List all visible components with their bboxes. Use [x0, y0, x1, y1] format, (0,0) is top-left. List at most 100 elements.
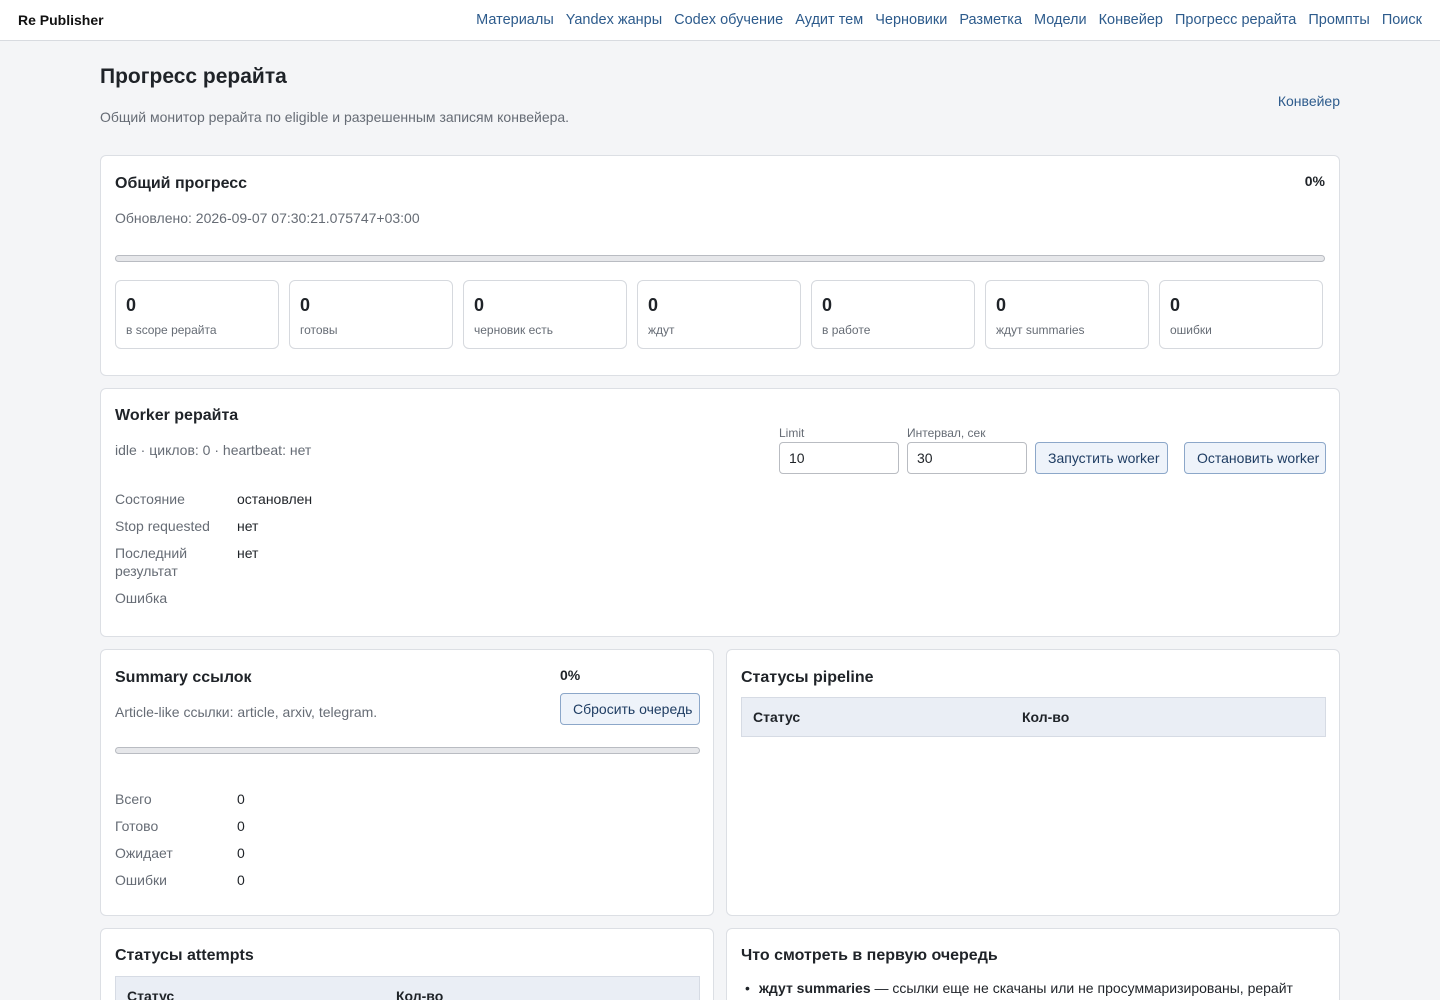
nav-pipeline[interactable]: Конвейер — [1099, 12, 1163, 28]
limit-label: Limit — [779, 426, 805, 440]
nav-codex-training[interactable]: Codex обучение — [674, 12, 783, 28]
detail-key: Готово — [115, 818, 159, 834]
nav-models[interactable]: Модели — [1034, 12, 1087, 28]
summary-detail-row: Ожидает 0 — [115, 844, 245, 862]
brand-logo[interactable]: Re Publisher — [18, 12, 104, 28]
updated-timestamp: Обновлено: 2026-09-07 07:30:21.075747+03… — [115, 210, 420, 226]
nav-markup[interactable]: Разметка — [959, 12, 1022, 28]
stat-waiting-summaries: 0 ждут summaries — [985, 280, 1149, 349]
stat-value: 0 — [126, 295, 137, 315]
pipeline-link[interactable]: Конвейер — [1278, 93, 1340, 109]
stat-ready: 0 готовы — [289, 280, 453, 349]
pipeline-title: Статусы pipeline — [741, 669, 874, 686]
stat-errors: 0 ошибки — [1159, 280, 1323, 349]
summary-percent: 0% — [560, 667, 581, 683]
nav-drafts[interactable]: Черновики — [875, 12, 947, 28]
worker-detail-row: Ошибка — [115, 589, 312, 607]
tip-text: — ссылки еще не скачаны или не просуммар… — [870, 980, 1293, 996]
stat-in-progress: 0 в работе — [811, 280, 975, 349]
main-nav: Материалы Yandex жанры Codex обучение Ау… — [476, 12, 1422, 28]
overall-progress-percent: 0% — [1304, 173, 1325, 189]
stat-value: 0 — [996, 295, 1007, 315]
stat-label: ждут summaries — [996, 323, 1085, 337]
stat-draft-exists: 0 черновик есть — [463, 280, 627, 349]
interval-label: Интервал, сек — [907, 426, 986, 440]
overall-progress-title: Общий прогресс — [115, 175, 248, 192]
summary-details: Всего 0 Готово 0 Ожидает 0 Ошибки 0 — [115, 790, 245, 898]
pipeline-status-card: Статусы pipeline Статус Кол-во — [726, 649, 1340, 916]
detail-key: Состояние — [115, 491, 185, 507]
start-worker-button[interactable]: Запустить worker — [1035, 442, 1168, 474]
page-subtitle: Общий монитор рерайта по eligible и разр… — [100, 109, 570, 125]
summary-detail-row: Ошибки 0 — [115, 871, 245, 889]
detail-key: Ошибка — [115, 590, 168, 606]
detail-value: 0 — [237, 818, 245, 834]
column-header-status[interactable]: Статус — [116, 988, 396, 1000]
detail-value: 0 — [237, 872, 245, 888]
worker-title: Worker рерайта — [115, 407, 239, 424]
worker-detail-row: Stop requested нет — [115, 517, 312, 535]
detail-key: Ожидает — [115, 845, 173, 861]
overall-progress-bar — [115, 255, 1325, 262]
worker-card: Worker рерайта idle · циклов: 0 · heartb… — [100, 388, 1340, 637]
tip-item: ждут summaries — ссылки еще не скачаны и… — [743, 979, 1303, 997]
stat-label: ждут — [648, 323, 675, 337]
attempts-table-header: Статус Кол-во — [115, 976, 700, 1000]
interval-input[interactable] — [907, 442, 1027, 474]
summary-title: Summary ссылок — [115, 669, 252, 686]
detail-value: 0 — [237, 791, 245, 807]
detail-value: нет — [237, 518, 259, 534]
stop-worker-button[interactable]: Остановить worker — [1184, 442, 1326, 474]
stat-label: в работе — [822, 323, 871, 337]
detail-key: Последний результат — [115, 545, 188, 579]
attempts-status-card: Статусы attempts Статус Кол-во — [100, 928, 714, 1000]
stat-label: ошибки — [1170, 323, 1212, 337]
reset-queue-button[interactable]: Сбросить очередь — [560, 693, 700, 725]
stat-waiting: 0 ждут — [637, 280, 801, 349]
column-header-status[interactable]: Статус — [742, 709, 1022, 725]
stat-value: 0 — [822, 295, 833, 315]
tips-list: ждут summaries — ссылки еще не скачаны и… — [743, 979, 1303, 997]
worker-details: Состояние остановлен Stop requested нет … — [115, 490, 312, 616]
detail-value: нет — [237, 545, 259, 561]
stat-label: готовы — [300, 323, 338, 337]
detail-key: Stop requested — [115, 518, 210, 534]
summary-progress-bar — [115, 747, 700, 754]
detail-key: Всего — [115, 791, 152, 807]
page-title: Прогресс рерайта — [100, 65, 287, 88]
stat-in-scope: 0 в scope рерайта — [115, 280, 279, 349]
summary-detail-row: Всего 0 — [115, 790, 245, 808]
attempts-title: Статусы attempts — [115, 947, 254, 964]
stats-row: 0 в scope рерайта 0 готовы 0 черновик ес… — [115, 280, 1323, 349]
nav-prompts[interactable]: Промпты — [1308, 12, 1369, 28]
pipeline-table-header: Статус Кол-во — [741, 697, 1326, 737]
nav-rewrite-progress[interactable]: Прогресс рерайта — [1175, 12, 1296, 28]
summary-detail-row: Готово 0 — [115, 817, 245, 835]
worker-status-line: idle · циклов: 0 · heartbeat: нет — [115, 442, 312, 458]
nav-topic-audit[interactable]: Аудит тем — [795, 12, 863, 28]
tip-term: ждут summaries — [759, 980, 871, 996]
nav-yandex-genres[interactable]: Yandex жанры — [566, 12, 662, 28]
column-header-count[interactable]: Кол-во — [396, 988, 443, 1000]
tips-card: Что смотреть в первую очередь ждут summa… — [726, 928, 1340, 1000]
tips-title: Что смотреть в первую очередь — [741, 947, 998, 964]
detail-value: остановлен — [237, 491, 313, 507]
detail-key: Ошибки — [115, 872, 167, 888]
overall-progress-card: Общий прогресс 0% Обновлено: 2026-09-07 … — [100, 155, 1340, 376]
worker-detail-row: Последний результат нет — [115, 544, 312, 580]
top-bar: Re Publisher Материалы Yandex жанры Code… — [0, 0, 1440, 41]
nav-materials[interactable]: Материалы — [476, 12, 554, 28]
stat-value: 0 — [474, 295, 485, 315]
detail-value: 0 — [237, 845, 245, 861]
nav-search[interactable]: Поиск — [1382, 12, 1422, 28]
column-header-count[interactable]: Кол-во — [1022, 709, 1069, 725]
stat-label: черновик есть — [474, 323, 553, 337]
worker-detail-row: Состояние остановлен — [115, 490, 312, 508]
stat-value: 0 — [300, 295, 311, 315]
stat-value: 0 — [648, 295, 659, 315]
summary-description: Article-like ссылки: article, arxiv, tel… — [115, 704, 378, 720]
summary-card: Summary ссылок 0% Сбросить очередь Artic… — [100, 649, 714, 916]
limit-input[interactable] — [779, 442, 899, 474]
stat-label: в scope рерайта — [126, 323, 217, 337]
stat-value: 0 — [1170, 295, 1181, 315]
